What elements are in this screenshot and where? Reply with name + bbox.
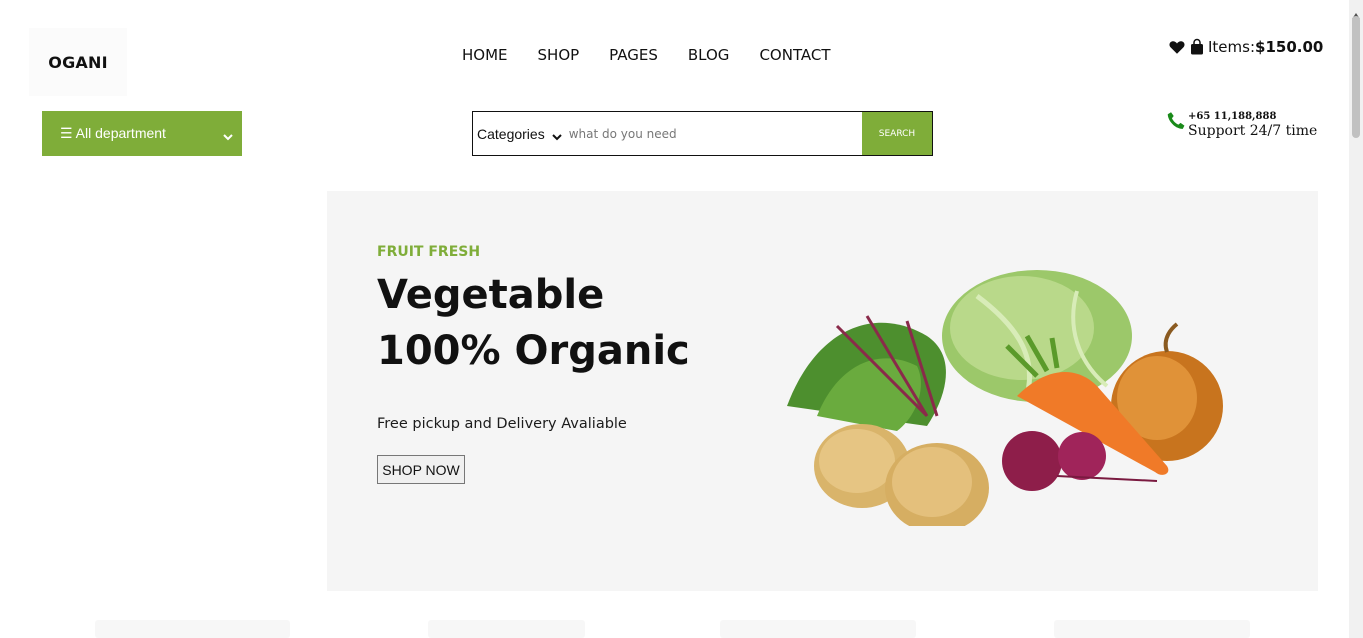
support-phone-number: +65 11,188,888 [1188, 111, 1277, 122]
nav-contact[interactable]: CONTACT [759, 46, 830, 64]
logo-text: OGANI [48, 52, 108, 72]
category-card[interactable] [95, 620, 290, 638]
hero-title-line-2: 100% Organic [377, 328, 690, 374]
search-button[interactable]: SEARCH [862, 112, 932, 155]
hero-subtitle: Free pickup and Delivery Avaliable [377, 416, 627, 432]
all-departments-dropdown[interactable]: ☰ All department [42, 111, 242, 156]
search-bar: Categories SEARCH [472, 111, 933, 156]
shopping-bag-icon[interactable] [1188, 38, 1206, 56]
chevron-down-icon [551, 128, 563, 140]
page-scrollbar[interactable] [1349, 0, 1363, 638]
vegetables-image [787, 270, 1223, 526]
hero-banner: FRUIT FRESH Vegetable 100% Organic Free … [327, 191, 1318, 591]
category-cards-strip [0, 620, 1363, 638]
category-card[interactable] [428, 620, 585, 638]
hero-tag: FRUIT FRESH [377, 244, 481, 260]
cart-summary: Items: $150.00 [1168, 38, 1323, 56]
category-card[interactable] [1054, 620, 1250, 638]
shop-now-button[interactable]: SHOP NOW [377, 455, 465, 484]
nav-blog[interactable]: BLOG [688, 46, 730, 64]
scroll-up-arrow-icon[interactable] [1352, 4, 1360, 19]
support-text: Support 24/7 time [1188, 123, 1318, 139]
cart-items-label: Items: [1208, 38, 1256, 56]
hero-title-line-1: Vegetable [377, 272, 605, 318]
cart-total: $150.00 [1255, 38, 1324, 56]
shop-now-label: SHOP NOW [382, 461, 460, 478]
all-departments-label: ☰ All department [60, 125, 166, 141]
nav-home[interactable]: HOME [462, 46, 508, 64]
phone-icon [1165, 110, 1187, 132]
category-card[interactable] [720, 620, 916, 638]
heart-icon[interactable] [1168, 38, 1186, 56]
chevron-down-icon [222, 128, 234, 140]
nav-shop[interactable]: SHOP [538, 46, 580, 64]
main-nav: HOME SHOP PAGES BLOG CONTACT [447, 46, 846, 64]
scrollbar-thumb[interactable] [1352, 16, 1360, 138]
support-info: +65 11,188,888 Support 24/7 time [1165, 110, 1317, 139]
categories-select[interactable]: Categories [473, 126, 563, 142]
search-input[interactable] [568, 118, 859, 149]
search-button-label: SEARCH [878, 128, 916, 139]
hero-title: Vegetable 100% Organic [377, 267, 690, 379]
nav-pages[interactable]: PAGES [609, 46, 658, 64]
categories-label: Categories [477, 125, 545, 142]
logo[interactable]: OGANI [29, 28, 127, 96]
